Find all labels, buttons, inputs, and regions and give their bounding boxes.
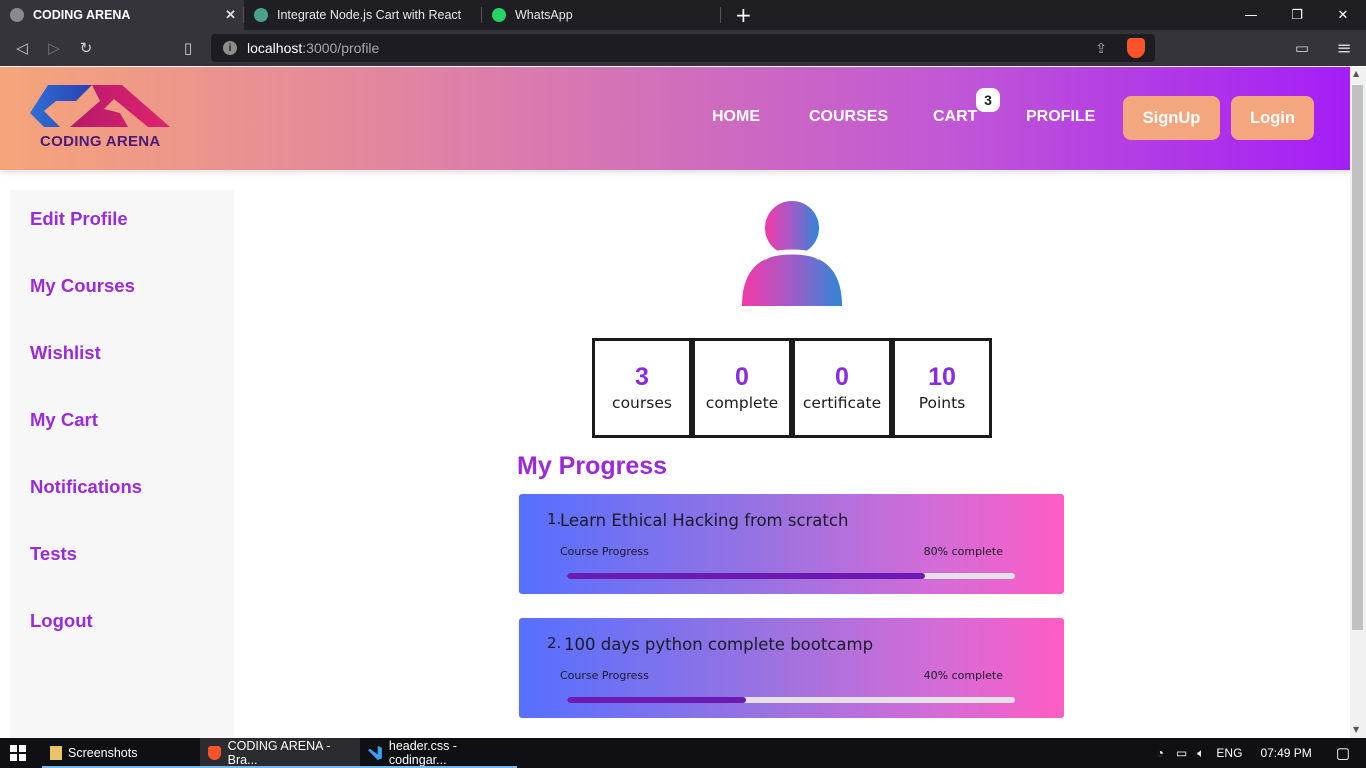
page-scrollbar[interactable]: ▲ ▼ <box>1350 67 1366 738</box>
profile-sidebar: Edit Profile My Courses Wishlist My Cart… <box>10 190 234 738</box>
info-icon[interactable]: i <box>223 41 237 55</box>
new-tab-button[interactable]: + <box>735 3 752 27</box>
tab-title: CODING ARENA <box>33 8 131 22</box>
profile-stats: 3 courses 0 complete 0 certificate 10 Po… <box>592 338 992 438</box>
stat-courses: 3 courses <box>592 338 692 438</box>
taskbar-item-browser[interactable]: CODING ARENA - Bra... <box>200 738 360 768</box>
stat-label: certificate <box>802 393 882 412</box>
minimize-icon[interactable]: — <box>1228 0 1274 30</box>
progress-percent: 40% complete <box>923 669 1003 682</box>
stat-points: 10 Points <box>892 338 992 438</box>
sidebar-item-tests[interactable]: Tests <box>30 543 77 565</box>
url-field[interactable]: i localhost :3000/profile ⇪ <box>211 34 1155 62</box>
brave-icon <box>208 746 221 760</box>
back-icon[interactable]: ◁ <box>6 32 38 64</box>
progress-fill <box>567 697 747 703</box>
windows-start-icon[interactable] <box>10 745 26 761</box>
wifi-icon[interactable]: ◔ <box>1157 746 1164 760</box>
stat-certificate: 0 certificate <box>792 338 892 438</box>
whatsapp-icon <box>492 8 506 22</box>
browser-tab-bar: CODING ARENA ✕ Integrate Node.js Cart wi… <box>0 0 1366 30</box>
system-tray: ◔ ▭ 🔈︎ ENG 07:49 PM ▢ <box>1157 738 1366 768</box>
restore-icon[interactable]: ❐ <box>1274 0 1320 30</box>
folder-icon <box>50 746 62 760</box>
course-progress-card[interactable]: 1. Learn Ethical Hacking from scratch Co… <box>519 494 1064 594</box>
taskbar-label: Screenshots <box>68 746 138 760</box>
course-name: 100 days python complete bootcamp <box>564 635 874 654</box>
address-bar: ◁ ▷ ↻ ▯ i localhost :3000/profile ⇪ ▭ ≡ <box>0 30 1366 66</box>
stat-value: 10 <box>928 363 956 392</box>
course-index: 2. <box>547 634 562 652</box>
stat-label: courses <box>612 393 672 412</box>
stat-value: 0 <box>835 363 849 392</box>
brave-shield-icon[interactable] <box>1127 38 1145 58</box>
sidebar-item-my-cart[interactable]: My Cart <box>30 409 98 431</box>
sidebar-item-wishlist[interactable]: Wishlist <box>30 342 101 364</box>
taskbar-label: CODING ARENA - Bra... <box>227 739 331 767</box>
tab-title: WhatsApp <box>515 8 573 22</box>
forward-icon[interactable]: ▷ <box>38 32 70 64</box>
tab-coding-arena[interactable]: CODING ARENA ✕ <box>0 0 244 30</box>
login-button[interactable]: Login <box>1231 96 1314 140</box>
clock[interactable]: 07:49 PM <box>1260 746 1311 760</box>
share-icon[interactable]: ⇪ <box>1095 40 1107 57</box>
sidebar-item-my-courses[interactable]: My Courses <box>30 275 135 297</box>
course-progress-card[interactable]: 2. 100 days python complete bootcamp Cou… <box>519 618 1064 718</box>
sidebar-item-edit-profile[interactable]: Edit Profile <box>30 208 128 230</box>
taskbar-item-screenshots[interactable]: Screenshots <box>42 738 200 768</box>
battery-icon[interactable]: ▭ <box>1176 746 1187 760</box>
language-indicator[interactable]: ENG <box>1216 746 1242 760</box>
url-host: localhost <box>247 40 303 56</box>
nav-profile[interactable]: PROFILE <box>1026 108 1095 126</box>
window-controls: — ❐ ✕ <box>1228 0 1366 30</box>
tab-integrate-cart[interactable]: Integrate Node.js Cart with React <box>244 0 482 30</box>
close-icon[interactable]: ✕ <box>225 7 236 23</box>
progress-percent: 80% complete <box>923 545 1003 558</box>
nav-cart[interactable]: CART <box>933 108 977 126</box>
progress-heading: My Progress <box>517 452 668 480</box>
nav-home[interactable]: HOME <box>712 108 760 126</box>
close-window-icon[interactable]: ✕ <box>1320 0 1366 30</box>
tab-title: Integrate Node.js Cart with React <box>277 8 462 22</box>
scrollbar-thumb[interactable] <box>1352 85 1363 630</box>
url-path: :3000/profile <box>302 40 380 56</box>
course-name: Learn Ethical Hacking from scratch <box>560 511 849 530</box>
user-avatar-icon <box>742 201 842 306</box>
vscode-icon <box>368 746 382 760</box>
scroll-down-icon[interactable]: ▼ <box>1353 725 1359 734</box>
windows-taskbar: Screenshots CODING ARENA - Bra... header… <box>0 738 1366 768</box>
sidebar-item-logout[interactable]: Logout <box>30 610 93 632</box>
progress-bar <box>567 573 1015 579</box>
chatgpt-icon <box>254 8 268 22</box>
stat-value: 0 <box>735 363 749 392</box>
tab-whatsapp[interactable]: WhatsApp <box>482 0 721 30</box>
stat-label: complete <box>705 393 779 412</box>
notification-icon[interactable]: ▢ <box>1336 744 1350 762</box>
reload-icon[interactable]: ↻ <box>70 32 102 64</box>
taskbar-item-vscode[interactable]: header.css - codingar... <box>360 738 517 768</box>
progress-caption: Course Progress <box>560 545 649 558</box>
wallet-icon[interactable]: ▭ <box>1286 32 1318 64</box>
signup-button[interactable]: SignUp <box>1123 96 1220 140</box>
nav-courses[interactable]: COURSES <box>809 108 888 126</box>
stat-value: 3 <box>635 363 649 392</box>
logo-text[interactable]: CODING ARENA <box>40 133 161 150</box>
stat-label: Points <box>918 393 966 412</box>
stat-complete: 0 complete <box>692 338 792 438</box>
globe-icon <box>10 8 24 22</box>
sidebar-item-notifications[interactable]: Notifications <box>30 476 142 498</box>
progress-fill <box>567 573 926 579</box>
taskbar-label: header.css - codingar... <box>388 739 457 767</box>
bookmark-icon[interactable]: ▯ <box>172 32 204 64</box>
menu-icon[interactable]: ≡ <box>1328 32 1360 64</box>
progress-caption: Course Progress <box>560 669 649 682</box>
cart-count-badge: 3 <box>976 88 1000 112</box>
progress-bar <box>567 697 1015 703</box>
scroll-up-icon[interactable]: ▲ <box>1353 69 1359 78</box>
volume-icon[interactable]: 🔈︎ <box>1197 746 1204 761</box>
